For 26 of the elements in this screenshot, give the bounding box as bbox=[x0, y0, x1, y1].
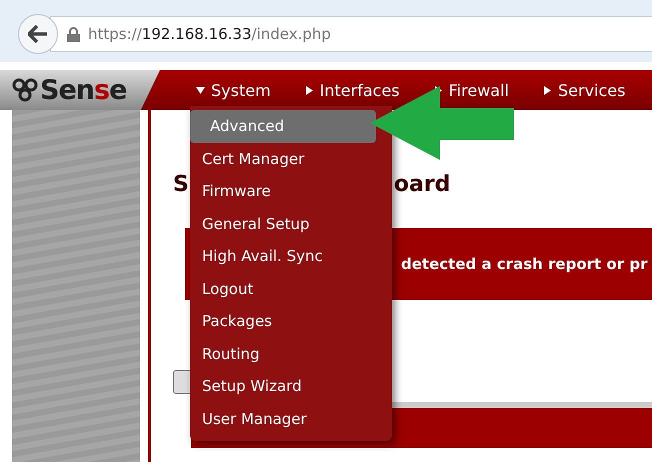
nav-menu-item[interactable]: Services bbox=[542, 80, 626, 100]
menu-item[interactable]: High Avail. Sync bbox=[190, 240, 392, 272]
caret-icon bbox=[304, 86, 314, 94]
address-bar[interactable]: https://192.168.16.33/index.php bbox=[50, 16, 652, 52]
logo-mark-icon bbox=[12, 78, 38, 102]
page-title: S bbox=[173, 172, 189, 196]
logo-text: Sense bbox=[40, 74, 126, 106]
nav-menu-item[interactable]: System bbox=[196, 80, 271, 100]
lock-icon bbox=[67, 26, 80, 42]
menu-item[interactable]: Routing bbox=[190, 338, 392, 370]
menu-item[interactable]: Cert Manager bbox=[190, 142, 392, 175]
menu-item[interactable]: User Manager bbox=[190, 402, 392, 435]
menu-item[interactable]: Setup Wizard bbox=[190, 370, 392, 402]
caret-icon bbox=[196, 86, 205, 94]
back-button[interactable] bbox=[18, 14, 58, 54]
menu-item[interactable]: Firmware bbox=[190, 175, 392, 208]
menu-item[interactable]: General Setup bbox=[190, 208, 392, 240]
notice-text: detected a crash report or pr bbox=[401, 255, 648, 273]
menu-item[interactable]: Logout bbox=[190, 272, 392, 305]
url-text: https://192.168.16.33/index.php bbox=[88, 25, 331, 43]
back-arrow-icon bbox=[28, 25, 48, 43]
caret-icon bbox=[542, 86, 552, 94]
nav-menu-item[interactable]: Interfaces bbox=[304, 80, 400, 100]
page-title: oard bbox=[394, 172, 450, 196]
menu-item[interactable]: Advanced bbox=[190, 110, 376, 142]
menu-item[interactable]: Packages bbox=[190, 305, 392, 338]
